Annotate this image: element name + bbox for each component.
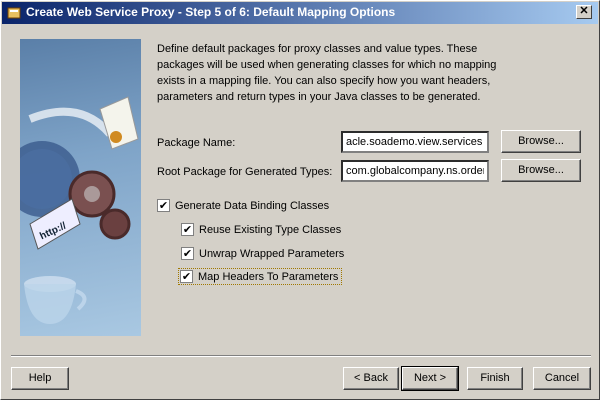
reuse-types-label: Reuse Existing Type Classes: [199, 223, 342, 236]
reuse-types-checkbox[interactable]: ✔ Reuse Existing Type Classes: [181, 223, 341, 236]
next-button[interactable]: Next >: [401, 366, 459, 391]
wizard-description: Define default packages for proxy classe…: [157, 43, 497, 103]
window-title: Create Web Service Proxy - Step 5 of 6: …: [26, 5, 396, 19]
generate-binding-label: Generate Data Binding Classes: [175, 199, 330, 212]
package-name-label: Package Name:: [157, 137, 236, 149]
root-package-label: Root Package for Generated Types:: [157, 166, 333, 178]
package-name-input[interactable]: [341, 131, 489, 153]
checkmark-icon: ✔: [180, 270, 193, 283]
close-icon: ✕: [579, 5, 589, 17]
title-bar: Create Web Service Proxy - Step 5 of 6: …: [2, 2, 598, 24]
app-icon: [7, 7, 21, 19]
root-package-input[interactable]: [341, 160, 489, 182]
generate-binding-checkbox[interactable]: ✔ Generate Data Binding Classes: [157, 199, 329, 212]
browse-root-package-button[interactable]: Browse...: [501, 159, 581, 182]
unwrap-params-label: Unwrap Wrapped Parameters: [199, 247, 345, 260]
checkmark-icon: ✔: [181, 223, 194, 236]
finish-button[interactable]: Finish: [467, 367, 523, 390]
cancel-button[interactable]: Cancel: [533, 367, 591, 390]
checkmark-icon: ✔: [157, 199, 170, 212]
map-headers-checkbox[interactable]: ✔ Map Headers To Parameters: [177, 268, 343, 285]
button-separator: [11, 355, 591, 357]
close-button[interactable]: ✕: [576, 5, 592, 19]
unwrap-params-checkbox[interactable]: ✔ Unwrap Wrapped Parameters: [181, 247, 344, 260]
map-headers-label: Map Headers To Parameters: [198, 270, 339, 283]
help-button[interactable]: Help: [11, 367, 69, 390]
checkmark-icon: ✔: [181, 247, 194, 260]
web-service-graphic: http://: [20, 96, 139, 324]
browse-package-button[interactable]: Browse...: [501, 130, 581, 153]
wizard-illustration: http://: [20, 39, 141, 336]
dialog-window: Create Web Service Proxy - Step 5 of 6: …: [0, 0, 600, 400]
back-button[interactable]: < Back: [343, 367, 399, 390]
